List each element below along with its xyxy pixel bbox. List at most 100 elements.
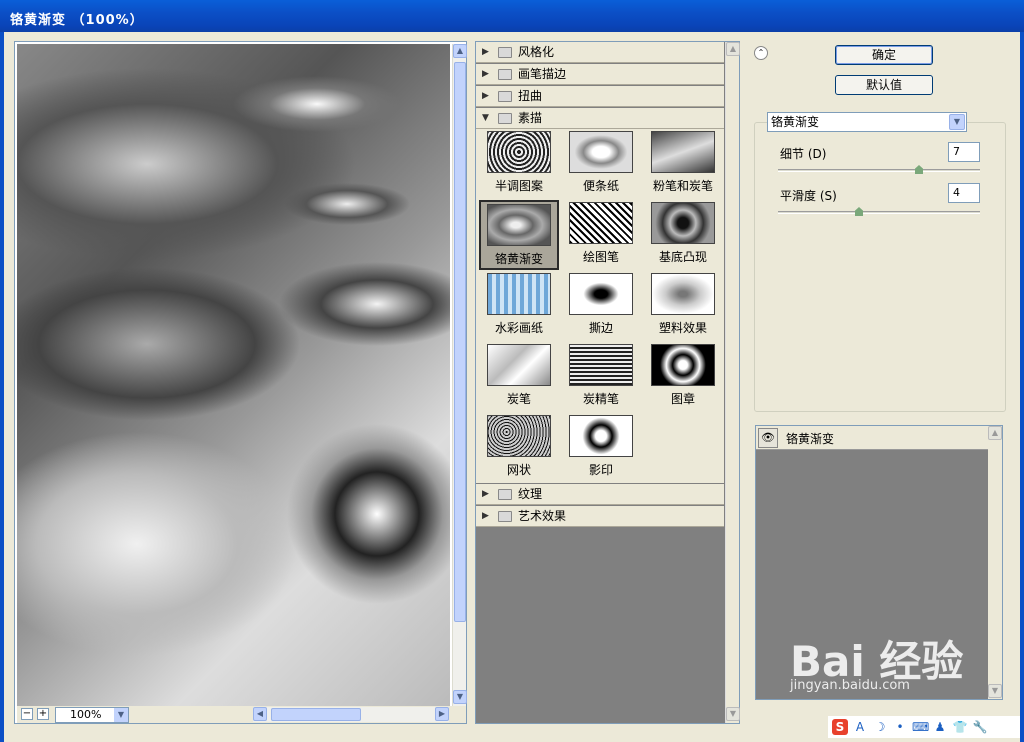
filter-thumb[interactable]: 水彩画纸 <box>479 271 559 341</box>
category-texture[interactable]: ▶ 纹理 <box>476 484 724 505</box>
filter-thumb[interactable]: 塑料效果 <box>643 271 723 341</box>
folder-icon <box>498 47 512 58</box>
expand-arrow-icon[interactable]: ▶ <box>482 86 489 107</box>
zoom-out-button[interactable]: − <box>21 708 33 720</box>
preview-bottom-bar: − + 100% ▼ ◀ ▶ <box>17 706 466 723</box>
collapse-arrow-icon[interactable]: ▼ <box>482 108 489 129</box>
category-sketch[interactable]: ▼ 素描 <box>476 108 724 129</box>
category-label: 风格化 <box>518 45 555 59</box>
filter-preview-image <box>569 131 633 173</box>
keyboard-icon[interactable]: ⌨ <box>912 719 929 735</box>
filter-thumb[interactable]: 绘图笔 <box>561 200 641 270</box>
folder-icon <box>498 489 512 500</box>
default-button[interactable]: 默认值 <box>835 75 933 95</box>
window-title: 铬黄渐变 （100%） <box>10 13 144 28</box>
category-label: 画笔描边 <box>518 67 567 81</box>
filter-thumb[interactable]: 炭笔 <box>479 342 559 412</box>
preview-vscroll-thumb[interactable] <box>454 62 466 622</box>
category-artistic[interactable]: ▶ 艺术效果 <box>476 506 724 527</box>
filter-thumb-selected[interactable]: 铬黄渐变 <box>479 200 559 270</box>
filter-label: 影印 <box>588 463 613 477</box>
eye-icon[interactable]: 👁 <box>758 428 778 448</box>
filter-label: 半调图案 <box>494 179 543 193</box>
scroll-down-icon[interactable]: ▼ <box>726 707 740 721</box>
filter-thumb[interactable]: 半调图案 <box>479 129 559 199</box>
filter-preview-image <box>487 344 551 386</box>
filter-label: 便条纸 <box>582 179 619 193</box>
punctuation-icon[interactable]: • <box>892 719 908 735</box>
ime-toolbar: S A ☽ • ⌨ ♟ 👕 🔧 <box>828 716 1020 738</box>
filter-preview-image <box>569 202 633 244</box>
expand-arrow-icon[interactable]: ▶ <box>482 506 489 527</box>
preview-horizontal-scrollbar[interactable]: ◀ ▶ <box>253 707 449 722</box>
smoothness-slider-track[interactable] <box>778 211 980 214</box>
zoom-select[interactable]: 100% ▼ <box>55 707 129 723</box>
category-distort[interactable]: ▶ 扭曲 <box>476 86 724 107</box>
filter-thumb[interactable]: 炭精笔 <box>561 342 641 412</box>
category-label: 素描 <box>518 111 543 125</box>
preview-vertical-scrollbar[interactable]: ▲ ▼ <box>452 44 467 706</box>
effect-layer-row[interactable]: 👁 铬黄渐变 <box>756 426 988 450</box>
category-label: 扭曲 <box>518 89 543 103</box>
preview-image[interactable] <box>17 44 450 706</box>
preview-panel: ▲ ▼ − + 100% ▼ ◀ ▶ <box>14 41 467 724</box>
filter-label: 图章 <box>670 392 695 406</box>
filter-label: 撕边 <box>588 321 613 335</box>
filter-select-value: 铬黄渐变 <box>771 115 820 129</box>
smoothness-label: 平滑度 (S) <box>780 189 837 203</box>
filter-label: 网状 <box>506 463 531 477</box>
scroll-up-icon[interactable]: ▲ <box>726 42 740 56</box>
open-folder-icon <box>498 113 512 124</box>
preview-hscroll-thumb[interactable] <box>271 708 361 721</box>
expand-arrow-icon[interactable]: ▶ <box>482 484 489 505</box>
scroll-up-icon[interactable]: ▲ <box>988 426 1002 440</box>
sogou-logo-icon[interactable]: S <box>832 719 848 735</box>
filter-thumb[interactable]: 网状 <box>479 413 559 483</box>
smoothness-input[interactable]: 4 <box>948 183 980 203</box>
filter-preview-image <box>569 415 633 457</box>
expand-arrow-icon[interactable]: ▶ <box>482 64 489 85</box>
filter-thumb[interactable]: 粉笔和炭笔 <box>643 129 723 199</box>
scroll-right-icon[interactable]: ▶ <box>435 707 449 721</box>
filter-preview-image <box>569 344 633 386</box>
scroll-left-icon[interactable]: ◀ <box>253 707 267 721</box>
watermark-url: jingyan.baidu.com <box>790 678 910 693</box>
filter-thumb[interactable]: 图章 <box>643 342 723 412</box>
tools-icon[interactable]: 🔧 <box>972 719 988 735</box>
filter-preview-image <box>487 204 551 246</box>
category-stylize[interactable]: ▶ 风格化 <box>476 42 724 63</box>
collapse-gallery-icon[interactable]: ⌃ <box>754 46 768 60</box>
chevron-down-icon[interactable]: ▼ <box>114 708 128 722</box>
category-label: 纹理 <box>518 487 543 501</box>
filter-label: 粉笔和炭笔 <box>652 179 713 193</box>
filter-label: 铬黄渐变 <box>494 252 543 266</box>
scroll-down-icon[interactable]: ▼ <box>453 690 467 704</box>
folder-icon <box>498 91 512 102</box>
expand-arrow-icon[interactable]: ▶ <box>482 42 489 63</box>
layers-scrollbar[interactable]: ▲ ▼ <box>988 426 1002 699</box>
filter-preview-image <box>651 344 715 386</box>
filter-preview-image <box>487 131 551 173</box>
category-brush-strokes[interactable]: ▶ 画笔描边 <box>476 64 724 85</box>
half-width-icon[interactable]: ☽ <box>872 719 888 735</box>
filter-thumb[interactable]: 基底凸现 <box>643 200 723 270</box>
filter-thumb[interactable]: 影印 <box>561 413 641 483</box>
skin-icon[interactable]: 👕 <box>952 719 968 735</box>
filter-preview-image <box>569 273 633 315</box>
filter-thumb[interactable]: 撕边 <box>561 271 641 341</box>
chevron-down-icon[interactable]: ▼ <box>949 114 965 130</box>
user-icon[interactable]: ♟ <box>932 719 948 735</box>
filter-list-scrollbar[interactable]: ▲ ▼ <box>725 42 740 723</box>
filter-thumb[interactable]: 便条纸 <box>561 129 641 199</box>
ok-button[interactable]: 确定 <box>835 45 933 65</box>
scroll-down-icon[interactable]: ▼ <box>988 684 1002 698</box>
detail-slider-track[interactable] <box>778 169 980 172</box>
filter-preview-image <box>651 131 715 173</box>
filter-label: 炭笔 <box>506 392 531 406</box>
language-mode-icon[interactable]: A <box>852 719 868 735</box>
scroll-up-icon[interactable]: ▲ <box>453 44 467 58</box>
layer-name: 铬黄渐变 <box>786 432 835 446</box>
detail-input[interactable]: 7 <box>948 142 980 162</box>
filter-select[interactable]: 铬黄渐变 ▼ <box>767 112 967 132</box>
zoom-in-button[interactable]: + <box>37 708 49 720</box>
